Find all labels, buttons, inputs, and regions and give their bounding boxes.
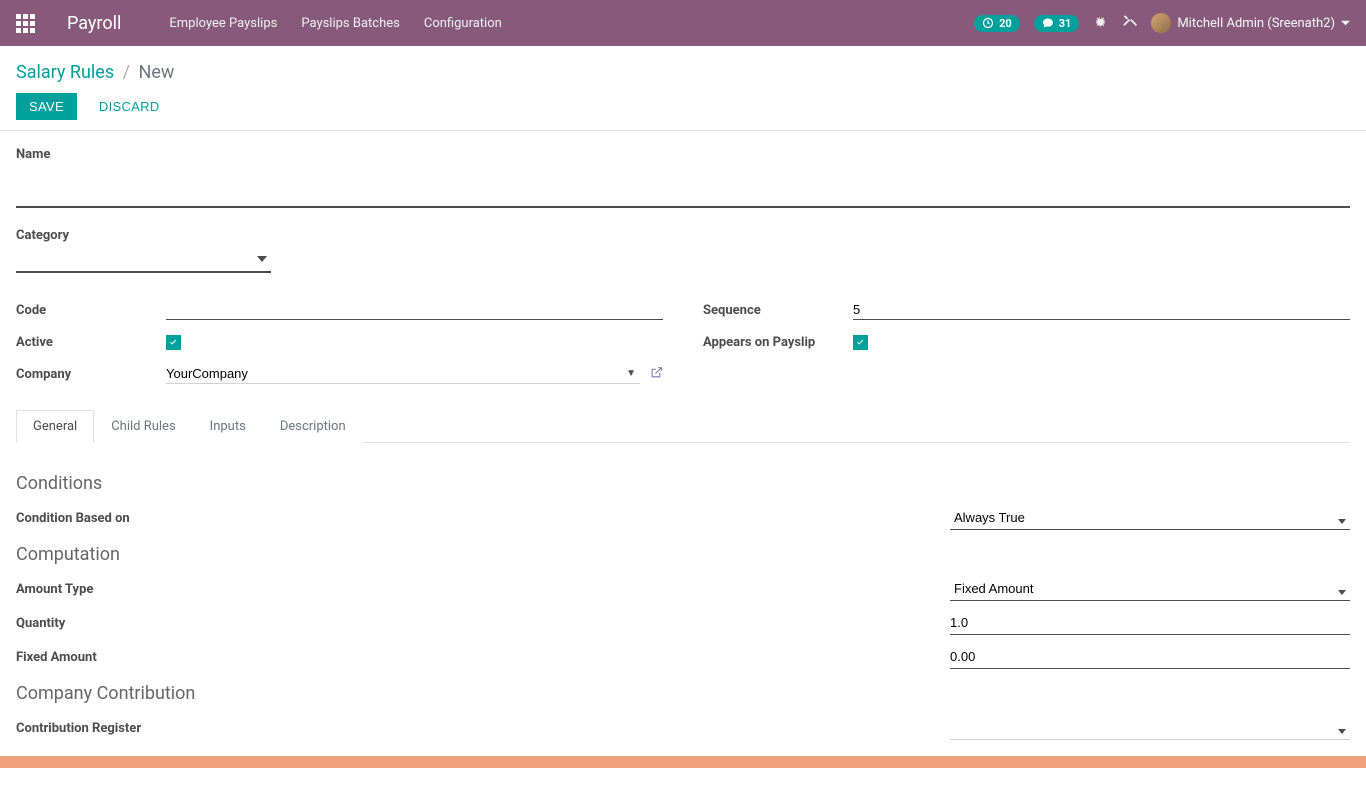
name-label: Name: [16, 147, 1350, 162]
amount-type-select[interactable]: [950, 577, 1350, 601]
left-column: Code Active Company ▼: [16, 297, 663, 393]
contribution-register-label: Contribution Register: [16, 721, 141, 736]
condition-based-on-input[interactable]: [950, 506, 1350, 529]
fixed-amount-input[interactable]: [950, 645, 1350, 669]
save-button[interactable]: Save: [16, 93, 77, 120]
button-row: Save Discard: [16, 93, 1350, 120]
control-panel: Salary Rules / New Save Discard: [0, 46, 1366, 131]
appears-on-payslip-label: Appears on Payslip: [703, 335, 853, 350]
category-field-block: Category: [16, 228, 1350, 273]
breadcrumb-parent[interactable]: Salary Rules: [16, 62, 114, 83]
code-input[interactable]: [166, 300, 663, 320]
form-sheet: Name Category Code Active Company: [0, 131, 1366, 790]
condition-based-on-label: Condition Based on: [16, 511, 130, 526]
condition-based-on-select[interactable]: [950, 506, 1350, 530]
right-column: Sequence Appears on Payslip: [703, 297, 1350, 393]
appears-on-payslip-field: Appears on Payslip: [703, 329, 1350, 355]
clock-icon: [982, 17, 994, 29]
nav-menu-configuration[interactable]: Configuration: [424, 16, 502, 31]
activity-badge[interactable]: 20: [974, 15, 1020, 32]
chevron-down-icon: [1341, 19, 1350, 28]
tab-child-rules[interactable]: Child Rules: [94, 410, 192, 443]
tab-pane-general: Conditions Condition Based on Computatio…: [16, 443, 1350, 766]
quantity-input[interactable]: [950, 611, 1350, 635]
chevron-down-icon: [1338, 584, 1346, 599]
user-menu[interactable]: Mitchell Admin (Sreenath2): [1151, 13, 1350, 33]
code-field: Code: [16, 297, 663, 323]
fixed-amount-label: Fixed Amount: [16, 650, 97, 665]
check-icon: [855, 337, 866, 348]
tab-description[interactable]: Description: [263, 410, 363, 443]
section-conditions: Conditions: [16, 473, 1350, 494]
tab-inputs[interactable]: Inputs: [193, 410, 263, 443]
company-label: Company: [16, 367, 166, 382]
activity-count: 20: [999, 17, 1012, 30]
sequence-label: Sequence: [703, 303, 853, 318]
name-field-block: Name: [16, 147, 1350, 208]
messages-badge[interactable]: 31: [1034, 15, 1080, 32]
discard-button[interactable]: Discard: [87, 94, 172, 119]
active-field: Active: [16, 329, 663, 355]
apps-icon[interactable]: [16, 14, 35, 33]
tab-general[interactable]: General: [16, 410, 94, 443]
check-icon: [168, 337, 179, 348]
fixed-amount-field: Fixed Amount: [16, 643, 1350, 671]
user-name: Mitchell Admin (Sreenath2): [1177, 16, 1335, 31]
tabs: General Child Rules Inputs Description: [16, 409, 1350, 443]
section-company-contribution: Company Contribution: [16, 683, 1350, 704]
contribution-register-field: Contribution Register: [16, 714, 1350, 742]
code-label: Code: [16, 303, 166, 318]
breadcrumb: Salary Rules / New: [16, 62, 1350, 83]
contribution-register-select[interactable]: [950, 716, 1350, 740]
chevron-down-icon: [1338, 513, 1346, 528]
bug-icon[interactable]: [1093, 14, 1108, 33]
amount-type-label: Amount Type: [16, 582, 93, 597]
active-checkbox[interactable]: [166, 335, 181, 350]
nav-menu: Employee Payslips Payslips Batches Confi…: [169, 16, 501, 31]
contribution-register-input[interactable]: [950, 716, 1350, 739]
condition-based-on-field: Condition Based on: [16, 504, 1350, 532]
two-column-fields: Code Active Company ▼: [16, 297, 1350, 393]
tools-icon[interactable]: [1122, 14, 1137, 33]
message-count: 31: [1059, 17, 1072, 30]
chevron-down-icon: [1338, 723, 1346, 738]
navbar-left: Payroll Employee Payslips Payslips Batch…: [16, 13, 974, 34]
breadcrumb-separator: /: [123, 62, 130, 83]
appears-on-payslip-checkbox[interactable]: [853, 335, 868, 350]
company-field: Company ▼: [16, 361, 663, 387]
navbar-right: 20 31 Mitchell Admin (Sreenath2): [974, 13, 1350, 33]
notebook: General Child Rules Inputs Description C…: [16, 409, 1350, 766]
avatar: [1151, 13, 1171, 33]
breadcrumb-current: New: [139, 62, 175, 83]
app-brand[interactable]: Payroll: [67, 13, 121, 34]
active-label: Active: [16, 335, 166, 350]
quantity-field: Quantity: [16, 609, 1350, 637]
navbar: Payroll Employee Payslips Payslips Batch…: [0, 0, 1366, 46]
bottom-bar: [0, 756, 1366, 768]
company-input[interactable]: [166, 366, 622, 381]
nav-menu-employee-payslips[interactable]: Employee Payslips: [169, 16, 277, 31]
section-computation: Computation: [16, 544, 1350, 565]
category-dropdown[interactable]: [16, 247, 271, 273]
chat-icon: [1042, 17, 1054, 29]
amount-type-field: Amount Type: [16, 575, 1350, 603]
category-label: Category: [16, 228, 1350, 243]
category-input[interactable]: [16, 247, 271, 273]
chevron-down-icon[interactable]: ▼: [626, 368, 636, 379]
nav-menu-payslips-batches[interactable]: Payslips Batches: [301, 16, 400, 31]
name-input[interactable]: [16, 170, 1350, 208]
external-link-icon[interactable]: [650, 366, 663, 383]
amount-type-input[interactable]: [950, 577, 1350, 600]
company-select[interactable]: ▼: [166, 364, 640, 384]
quantity-label: Quantity: [16, 616, 65, 631]
sequence-input[interactable]: [853, 300, 1350, 320]
sequence-field: Sequence: [703, 297, 1350, 323]
